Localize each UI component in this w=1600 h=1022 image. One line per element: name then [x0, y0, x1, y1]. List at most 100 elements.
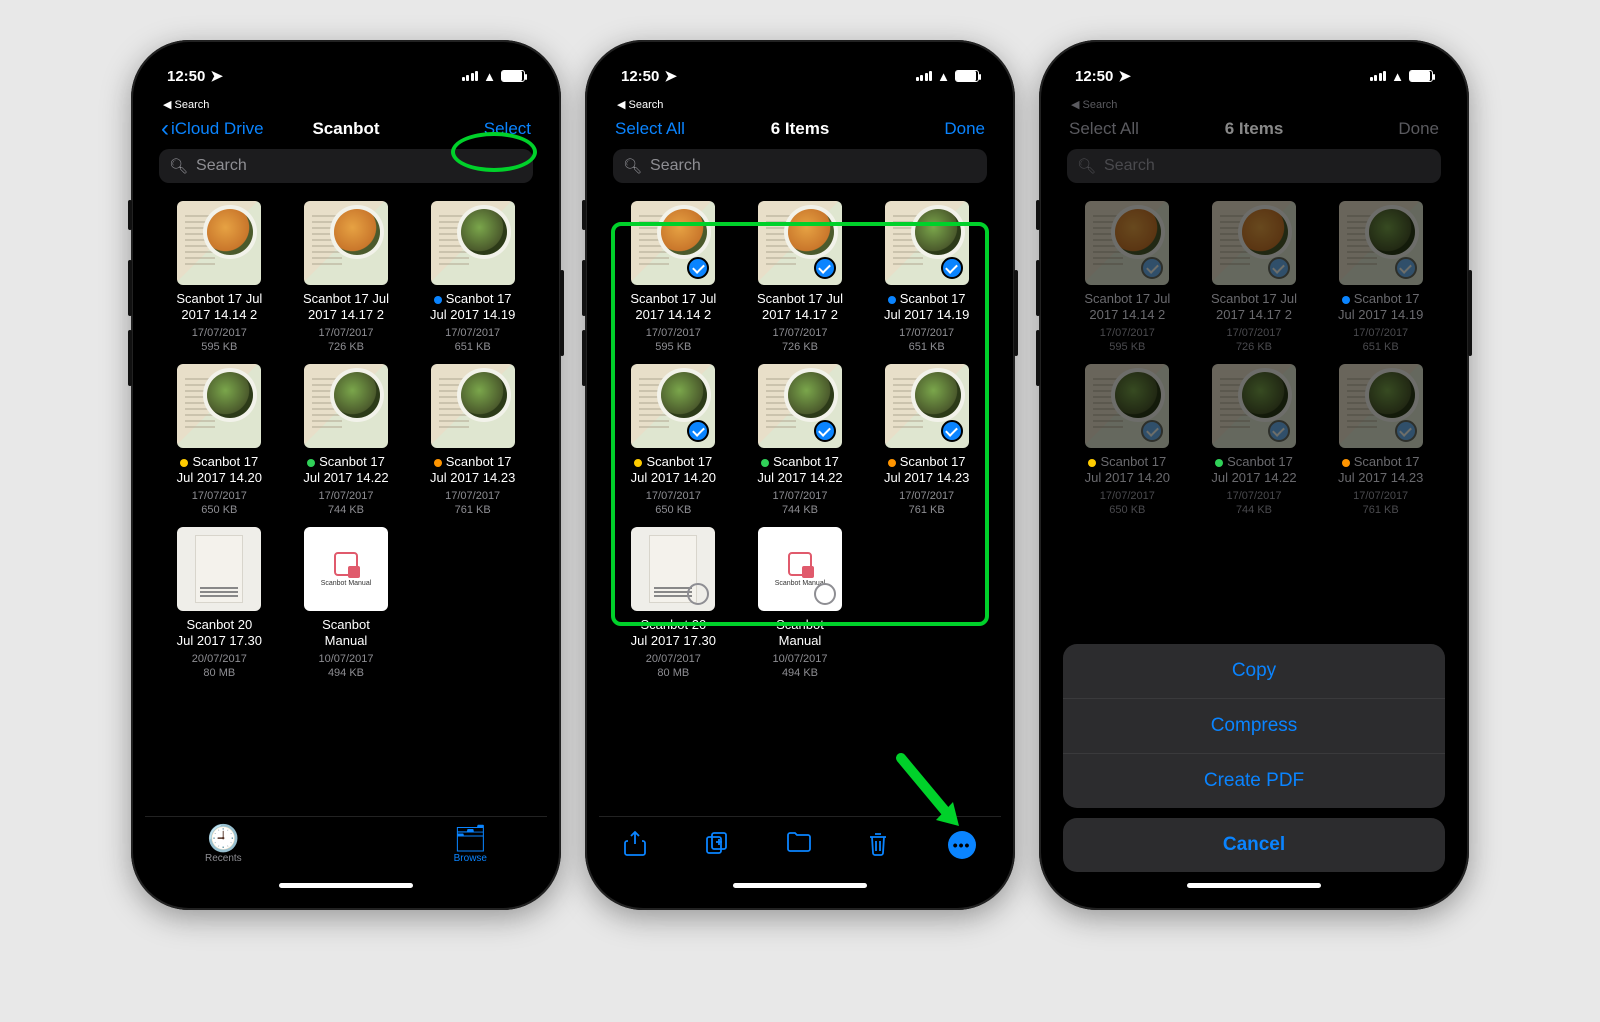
home-indicator[interactable]: [1187, 883, 1321, 888]
file-thumbnail[interactable]: [177, 527, 261, 611]
selected-check-icon: [1268, 257, 1290, 279]
file-item[interactable]: Scanbot Manual ScanbotManual 10/07/20174…: [740, 527, 861, 680]
file-thumbnail[interactable]: [1085, 201, 1169, 285]
file-item[interactable]: Scanbot 17 Jul2017 14.17 2 17/07/2017726…: [1194, 201, 1315, 354]
file-thumbnail[interactable]: Scanbot Manual: [758, 527, 842, 611]
file-item[interactable]: Scanbot 17 Jul2017 14.17 2 17/07/2017726…: [286, 201, 407, 354]
search-input[interactable]: 🔍︎ Search: [159, 149, 533, 183]
file-item[interactable]: Scanbot 17Jul 2017 14.23 17/07/2017761 K…: [1320, 364, 1441, 517]
selected-check-icon: [687, 420, 709, 442]
file-meta: 17/07/2017726 KB: [1194, 326, 1315, 355]
file-item[interactable]: Scanbot Manual ScanbotManual 10/07/20174…: [286, 527, 407, 680]
file-item[interactable]: Scanbot 17Jul 2017 14.23 17/07/2017761 K…: [866, 364, 987, 517]
file-meta: 17/07/2017650 KB: [159, 489, 280, 518]
unselected-ring-icon: [687, 583, 709, 605]
file-thumbnail[interactable]: [304, 201, 388, 285]
search-input[interactable]: 🔍︎ Search: [613, 149, 987, 183]
file-item[interactable]: Scanbot 17Jul 2017 14.20 17/07/2017650 K…: [159, 364, 280, 517]
sheet-copy[interactable]: Copy: [1063, 644, 1445, 698]
file-thumbnail[interactable]: [758, 364, 842, 448]
wifi-icon: ▲: [937, 69, 950, 84]
tab-recents[interactable]: 🕘Recents: [205, 825, 242, 896]
file-item[interactable]: Scanbot 20Jul 2017 17.30 20/07/201780 MB: [159, 527, 280, 680]
select-button[interactable]: Select: [421, 119, 531, 139]
file-name: ScanbotManual: [286, 617, 407, 650]
file-name: Scanbot 17Jul 2017 14.20: [1067, 454, 1188, 487]
file-thumbnail[interactable]: [431, 364, 515, 448]
file-thumbnail[interactable]: [631, 527, 715, 611]
file-thumbnail[interactable]: [1085, 364, 1169, 448]
file-meta: 17/07/2017595 KB: [1067, 326, 1188, 355]
back-to-app[interactable]: ◀ Search: [145, 98, 547, 113]
selected-check-icon: [687, 257, 709, 279]
sheet-cancel[interactable]: Cancel: [1063, 818, 1445, 872]
file-thumbnail[interactable]: [304, 364, 388, 448]
file-thumbnail[interactable]: [1212, 364, 1296, 448]
file-thumbnail[interactable]: [885, 201, 969, 285]
file-thumbnail[interactable]: [631, 201, 715, 285]
file-name: Scanbot 17Jul 2017 14.23: [1320, 454, 1441, 487]
back-to-app[interactable]: ◀ Search: [599, 98, 1001, 113]
phone-1: 12:50➤ ▲ ◀ Search ‹iCloud Drive Scanbot …: [131, 40, 561, 910]
file-name: ScanbotManual: [740, 617, 861, 650]
file-item[interactable]: Scanbot 17Jul 2017 14.19 17/07/2017651 K…: [412, 201, 533, 354]
done-button[interactable]: Done: [875, 119, 985, 139]
file-item[interactable]: Scanbot 17 Jul2017 14.14 2 17/07/2017595…: [613, 201, 734, 354]
file-name: Scanbot 17 Jul2017 14.17 2: [740, 291, 861, 324]
phone-2: 12:50➤ ▲ ◀ Search Select All 6 Items Don…: [585, 40, 1015, 910]
file-item[interactable]: Scanbot 17Jul 2017 14.22 17/07/2017744 K…: [286, 364, 407, 517]
clock-icon: 🕘: [205, 825, 242, 851]
file-name: Scanbot 20Jul 2017 17.30: [613, 617, 734, 650]
file-thumbnail[interactable]: [631, 364, 715, 448]
file-item[interactable]: Scanbot 17 Jul2017 14.17 2 17/07/2017726…: [740, 201, 861, 354]
selected-check-icon: [1268, 420, 1290, 442]
file-item[interactable]: Scanbot 17 Jul2017 14.14 2 17/07/2017595…: [159, 201, 280, 354]
back-to-app: ◀ Search: [1053, 98, 1455, 113]
file-thumbnail[interactable]: [885, 364, 969, 448]
file-item[interactable]: Scanbot 17Jul 2017 14.23 17/07/2017761 K…: [412, 364, 533, 517]
signal-icon: [916, 71, 933, 81]
file-item[interactable]: Scanbot 17Jul 2017 14.19 17/07/2017651 K…: [1320, 201, 1441, 354]
file-item[interactable]: Scanbot 20Jul 2017 17.30 20/07/201780 MB: [613, 527, 734, 680]
move-button[interactable]: [786, 831, 816, 853]
file-name: Scanbot 17Jul 2017 14.22: [1194, 454, 1315, 487]
file-thumbnail[interactable]: [1339, 201, 1423, 285]
phone-3: 12:50➤ ▲ ◀ Search Select All 6 Items Don…: [1039, 40, 1469, 910]
tab-browse[interactable]: 🗂Browse: [454, 825, 487, 896]
search-icon: 🔍︎: [1077, 157, 1096, 175]
file-item[interactable]: Scanbot 17Jul 2017 14.22 17/07/2017744 K…: [1194, 364, 1315, 517]
selected-check-icon: [941, 420, 963, 442]
sheet-create-pdf[interactable]: Create PDF: [1063, 753, 1445, 808]
file-meta: 17/07/2017651 KB: [1320, 326, 1441, 355]
search-icon: 🔍︎: [169, 157, 188, 175]
file-item[interactable]: Scanbot 17 Jul2017 14.14 2 17/07/2017595…: [1067, 201, 1188, 354]
action-sheet: Copy Compress Create PDF Cancel: [1063, 644, 1445, 872]
file-name: Scanbot 17Jul 2017 14.20: [159, 454, 280, 487]
file-item[interactable]: Scanbot 17Jul 2017 14.19 17/07/2017651 K…: [866, 201, 987, 354]
file-item[interactable]: Scanbot 17Jul 2017 14.22 17/07/2017744 K…: [740, 364, 861, 517]
file-thumbnail[interactable]: [177, 201, 261, 285]
file-meta: 17/07/2017650 KB: [1067, 489, 1188, 518]
back-button[interactable]: ‹iCloud Drive: [161, 119, 271, 139]
file-item[interactable]: Scanbot 17Jul 2017 14.20 17/07/2017650 K…: [1067, 364, 1188, 517]
file-thumbnail[interactable]: Scanbot Manual: [304, 527, 388, 611]
select-all-button[interactable]: Select All: [615, 119, 725, 139]
file-thumbnail[interactable]: [758, 201, 842, 285]
file-name: Scanbot 17Jul 2017 14.22: [740, 454, 861, 487]
more-button[interactable]: •••: [948, 831, 976, 859]
location-icon: ➤: [664, 67, 677, 85]
file-thumbnail[interactable]: [1339, 364, 1423, 448]
duplicate-button[interactable]: [705, 831, 735, 855]
delete-button[interactable]: [867, 831, 897, 857]
file-thumbnail[interactable]: [431, 201, 515, 285]
home-indicator[interactable]: [733, 883, 867, 888]
file-thumbnail[interactable]: [177, 364, 261, 448]
file-thumbnail[interactable]: [1212, 201, 1296, 285]
file-item[interactable]: Scanbot 17Jul 2017 14.20 17/07/2017650 K…: [613, 364, 734, 517]
file-meta: 17/07/2017595 KB: [613, 326, 734, 355]
file-name: Scanbot 17 Jul2017 14.17 2: [286, 291, 407, 324]
share-button[interactable]: [624, 831, 654, 857]
home-indicator[interactable]: [279, 883, 413, 888]
sheet-compress[interactable]: Compress: [1063, 698, 1445, 753]
file-meta: 17/07/2017744 KB: [286, 489, 407, 518]
